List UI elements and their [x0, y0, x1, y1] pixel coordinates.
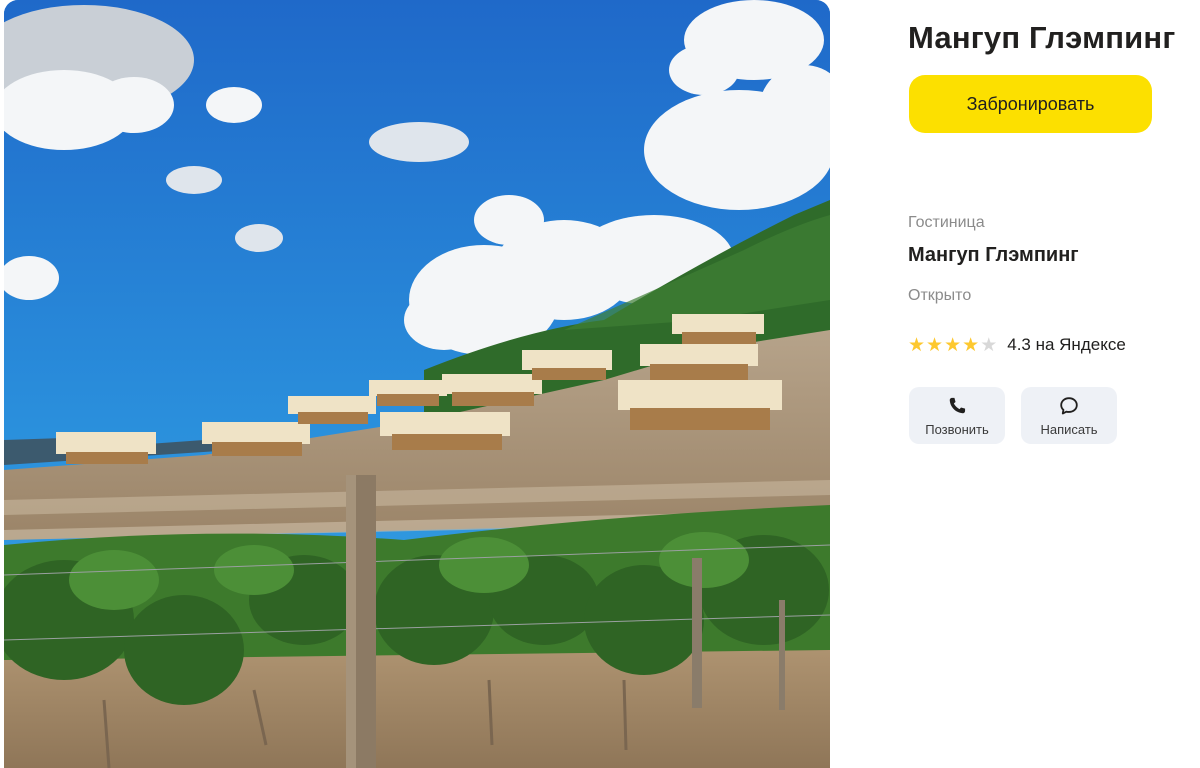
open-status: Открыто [908, 287, 972, 304]
place-category: Гостиница [908, 214, 985, 231]
rating-text: 4.3 на Яндексе [1007, 335, 1126, 354]
rating-stars: ★ ★ ★ ★ ★ [908, 336, 997, 355]
star-icon: ★ [908, 334, 926, 356]
message-button[interactable]: Написать [1021, 387, 1117, 444]
call-label: Позвонить [925, 421, 989, 437]
place-info-panel: Мангуп Глэмпинг Забронировать Гостиница … [908, 0, 1198, 768]
page-title: Мангуп Глэмпинг [908, 20, 1176, 55]
call-button[interactable]: Позвонить [909, 387, 1005, 444]
place-photo[interactable] [4, 0, 830, 768]
star-icon: ★ [926, 334, 944, 356]
book-button[interactable]: Забронировать [909, 75, 1152, 133]
place-name[interactable]: Мангуп Глэмпинг [908, 244, 1079, 267]
chat-icon [1060, 396, 1078, 414]
photo-illustration [4, 0, 830, 768]
phone-icon [949, 397, 966, 413]
message-label: Написать [1040, 421, 1098, 437]
rating-row[interactable]: ★ ★ ★ ★ ★ 4.3 на Яндексе [908, 333, 1126, 357]
star-icon: ★ [944, 334, 962, 356]
star-empty-icon: ★ [980, 334, 998, 356]
star-icon: ★ [962, 334, 980, 356]
